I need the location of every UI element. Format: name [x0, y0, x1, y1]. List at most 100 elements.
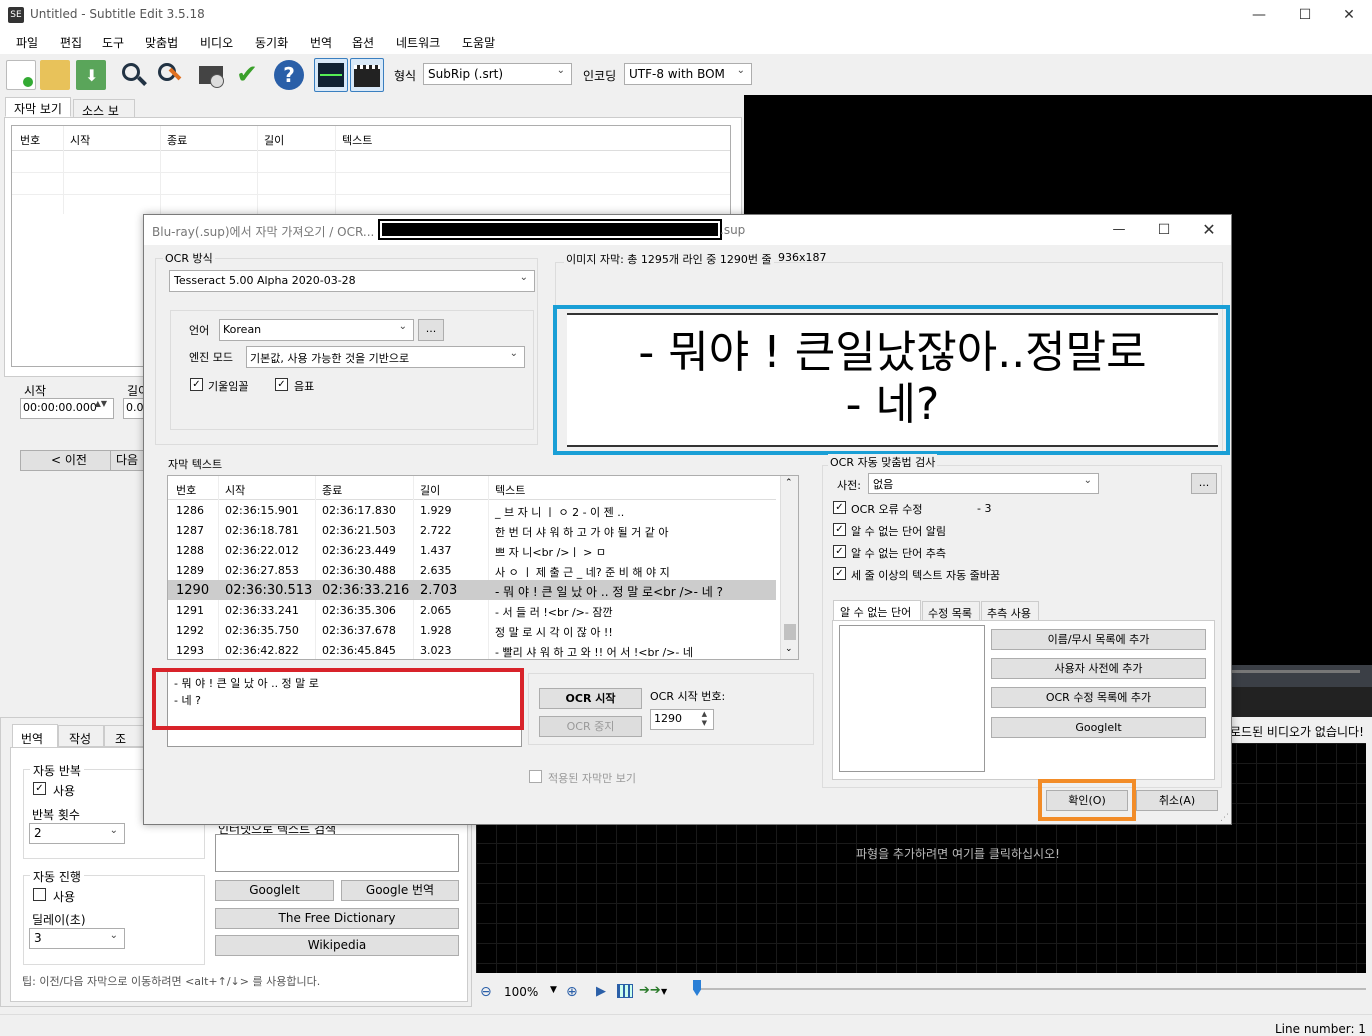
scroll-up-icon[interactable]: ⌃ — [785, 478, 793, 488]
show-applied-checkbox[interactable] — [529, 770, 542, 783]
delay-select[interactable]: 3 ⌄ — [29, 928, 125, 949]
resize-grip-icon[interactable]: ⋰ — [1220, 813, 1229, 823]
ocr-col-number[interactable]: 번호 — [176, 482, 196, 498]
position-slider[interactable] — [694, 988, 1366, 990]
tab-translate[interactable]: 번역 — [12, 724, 58, 748]
grid-icon[interactable] — [617, 984, 633, 998]
zoom-in-icon[interactable]: ⊕ — [566, 984, 578, 1000]
menu-tools[interactable]: 도구 — [102, 34, 124, 51]
menu-network[interactable]: 네트워크 — [396, 34, 440, 51]
maximize-icon[interactable]: ☐ — [1282, 0, 1328, 30]
google-translate-button[interactable]: Google 번역 — [341, 880, 459, 901]
help-icon[interactable]: ? — [274, 60, 304, 90]
save-icon[interactable]: ⬇ — [76, 60, 106, 90]
format-select[interactable]: SubRip (.srt) ⌄ — [423, 63, 572, 85]
add-user-dictionary-button[interactable]: 사용자 사전에 추가 — [991, 658, 1206, 679]
start-time-input[interactable]: 00:00:00.000 ▲▼ — [20, 398, 114, 419]
maximize-icon[interactable]: ☐ — [1141, 215, 1187, 245]
table-row[interactable]: 1289 02:36:27.853 02:36:30.488 2.635 사 ㅇ… — [168, 560, 776, 580]
menu-help[interactable]: 도움말 — [462, 34, 495, 51]
menu-edit[interactable]: 편집 — [60, 34, 82, 51]
ocr-subtitle-grid[interactable]: 번호 시작 종료 길이 텍스트 1286 02:36:15.901 02:36:… — [167, 475, 799, 660]
close-icon[interactable]: ✕ — [1326, 0, 1372, 30]
col-text[interactable]: 텍스트 — [342, 132, 372, 148]
tab-guesses-used[interactable]: 추측 사용 — [981, 601, 1039, 621]
table-row[interactable]: 1288 02:36:22.012 02:36:23.449 1.437 쁘 자… — [168, 540, 776, 560]
slider-thumb[interactable] — [693, 980, 701, 996]
auto-repeat-checkbox[interactable]: ✓ — [33, 782, 46, 795]
tab-adjust[interactable]: 조정 — [104, 725, 144, 763]
menu-file[interactable]: 파일 — [16, 34, 38, 51]
dialog-googleit-button[interactable]: GoogleIt — [991, 717, 1206, 738]
minimize-icon[interactable]: — — [1236, 0, 1282, 30]
table-row[interactable]: 1291 02:36:33.241 02:36:35.306 2.065 - 서… — [168, 600, 776, 620]
add-ocr-fix-button[interactable]: OCR 수정 목록에 추가 — [991, 687, 1206, 708]
dictionary-more-button[interactable]: ... — [1191, 473, 1217, 494]
tab-source-view[interactable]: 소스 보기 — [73, 99, 135, 135]
repeat-count-select[interactable]: 2 ⌄ — [29, 823, 125, 844]
auto-break-checkbox[interactable]: ✓ — [833, 567, 846, 580]
col-number[interactable]: 번호 — [20, 132, 40, 148]
menu-translate[interactable]: 번역 — [310, 34, 332, 51]
wikipedia-button[interactable]: Wikipedia — [215, 935, 459, 956]
replace-icon[interactable] — [154, 60, 184, 90]
video-progress-bar[interactable] — [1232, 665, 1372, 687]
forward-icon[interactable]: ➔➔ — [639, 983, 661, 998]
open-folder-icon[interactable] — [40, 60, 70, 90]
ocr-start-number-input[interactable]: 1290 ▲ ▼ — [650, 709, 714, 730]
table-row[interactable]: 1293 02:36:42.822 02:36:45.845 3.023 - 빨… — [168, 640, 776, 659]
add-names-button[interactable]: 이름/무시 목록에 추가 — [991, 629, 1206, 650]
zoom-level[interactable]: 100% — [504, 985, 538, 999]
unknown-prompt-checkbox[interactable]: ✓ — [833, 523, 846, 536]
menu-sync[interactable]: 동기화 — [255, 34, 288, 51]
auto-continue-checkbox[interactable] — [33, 888, 46, 901]
engine-mode-select[interactable]: 기본값, 사용 가능한 것을 기반으로 ⌄ — [246, 346, 525, 368]
ocr-col-duration[interactable]: 길이 — [420, 482, 440, 498]
prev-button[interactable]: < 이전 — [20, 450, 118, 471]
menu-video[interactable]: 비디오 — [200, 34, 233, 51]
ocr-col-text[interactable]: 텍스트 — [495, 482, 525, 498]
find-icon[interactable] — [118, 60, 148, 90]
play-icon[interactable]: ▶ — [596, 984, 606, 999]
table-row-selected[interactable]: 1290 02:36:30.513 02:36:33.216 2.703 - 뭐… — [168, 580, 776, 600]
checkmark-icon[interactable]: ✔ — [232, 60, 262, 90]
scroll-down-icon[interactable]: ⌄ — [785, 644, 793, 654]
menu-options[interactable]: 옵션 — [352, 34, 374, 51]
grid-scrollbar[interactable]: ⌃ ⌄ — [780, 476, 798, 659]
zoom-out-icon[interactable]: ⊖ — [480, 984, 492, 1000]
new-file-icon[interactable] — [6, 60, 36, 90]
encoding-select[interactable]: UTF-8 with BOM ⌄ — [624, 63, 752, 85]
googleit-button[interactable]: GoogleIt — [215, 880, 334, 901]
video-toggle-icon[interactable] — [350, 58, 384, 92]
col-start[interactable]: 시작 — [70, 132, 90, 148]
ocr-col-end[interactable]: 종료 — [322, 482, 342, 498]
dictionary-select[interactable]: 없음 ⌄ — [868, 473, 1099, 494]
scrollbar-thumb[interactable] — [784, 624, 796, 640]
language-more-button[interactable]: ... — [418, 319, 444, 341]
spinner-icon[interactable]: ▲▼ — [95, 399, 107, 408]
tab-fix-list[interactable]: 수정 목록 — [922, 601, 980, 621]
col-duration[interactable]: 길이 — [264, 132, 284, 148]
tab-create[interactable]: 작성 — [58, 725, 104, 747]
duration-input[interactable]: 0.0 — [123, 398, 145, 419]
search-text-input[interactable] — [215, 834, 459, 872]
chevron-down-icon[interactable]: ▼ — [550, 985, 557, 995]
unknown-guess-checkbox[interactable]: ✓ — [833, 545, 846, 558]
ocr-start-button[interactable]: OCR 시작 — [539, 688, 642, 709]
spinner-icon[interactable]: ▲▼ — [702, 710, 707, 728]
free-dictionary-button[interactable]: The Free Dictionary — [215, 908, 459, 929]
minimize-icon[interactable]: — — [1096, 215, 1142, 245]
tab-unknown-words[interactable]: 알 수 없는 단어 — [833, 600, 921, 621]
table-row[interactable]: 1292 02:36:35.750 02:36:37.678 1.928 정 말… — [168, 620, 776, 640]
music-checkbox[interactable]: ✓ — [275, 378, 288, 391]
italic-checkbox[interactable]: ✓ — [190, 378, 203, 391]
cancel-button[interactable]: 취소(A) — [1136, 790, 1218, 811]
fix-ocr-checkbox[interactable]: ✓ — [833, 501, 846, 514]
unknown-words-list[interactable] — [839, 625, 985, 772]
menu-spellcheck[interactable]: 맞춤법 — [145, 34, 178, 51]
waveform-toggle-icon[interactable] — [314, 58, 348, 92]
tab-subtitle-view[interactable]: 자막 보기 — [5, 97, 71, 117]
ocr-engine-select[interactable]: Tesseract 5.00 Alpha 2020-03-28 ⌄ — [169, 270, 535, 292]
table-row[interactable]: 1287 02:36:18.781 02:36:21.503 2.722 한 번… — [168, 520, 776, 540]
col-end[interactable]: 종료 — [167, 132, 187, 148]
